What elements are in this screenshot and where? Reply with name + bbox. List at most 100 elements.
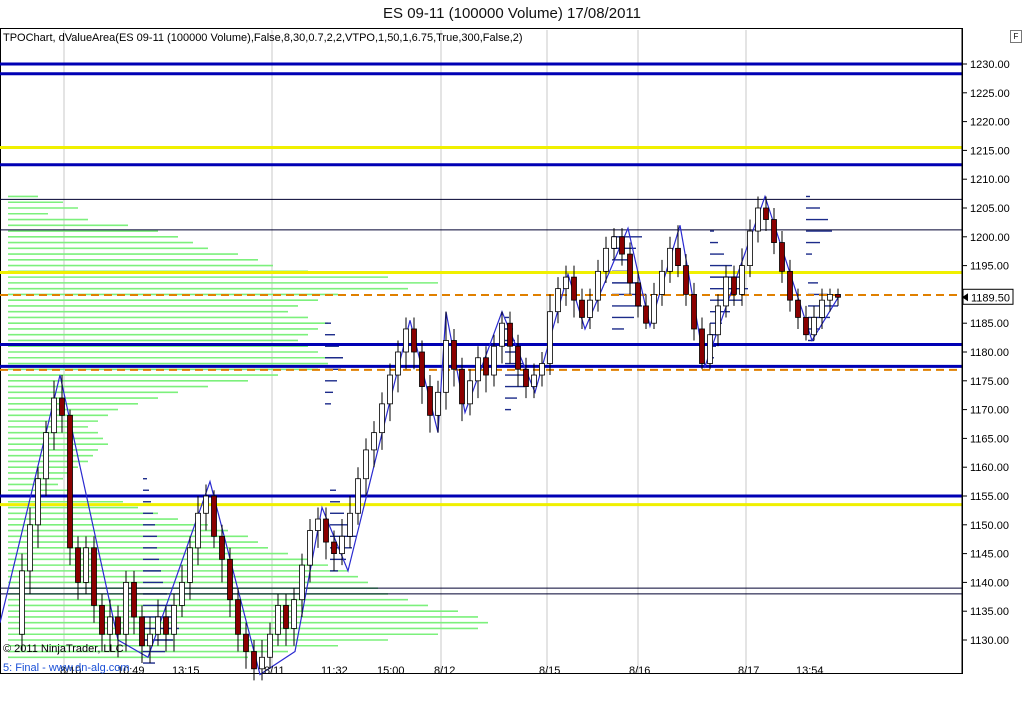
y-tick-label: 1170.00 xyxy=(970,405,1009,417)
candle-body xyxy=(387,374,393,405)
candle-body xyxy=(195,512,201,549)
candle-body xyxy=(779,242,785,272)
candle-body xyxy=(691,293,697,330)
last-price-label: 1189.50 xyxy=(971,292,1010,304)
x-tick-label: 8/16 xyxy=(629,665,650,677)
candle-body xyxy=(579,299,585,318)
footer-note: 5: Final - www.dn-alg.com xyxy=(3,662,130,674)
candle-body xyxy=(731,276,737,295)
candle-body xyxy=(747,230,753,266)
y-tick-label: 1175.00 xyxy=(970,376,1009,388)
x-tick-label: 8/11 xyxy=(264,665,285,677)
candle-body xyxy=(43,432,49,480)
y-tick-label: 1145.00 xyxy=(970,549,1009,561)
candle-body xyxy=(403,328,409,353)
candle-body xyxy=(227,558,233,601)
candle-body xyxy=(755,207,761,232)
candle-body xyxy=(507,322,513,347)
candle-body xyxy=(339,535,345,555)
f-toggle-button[interactable]: F xyxy=(1010,30,1022,43)
y-tick-label: 1185.00 xyxy=(970,318,1009,330)
y-tick-label: 1165.00 xyxy=(970,433,1009,445)
candle-body xyxy=(323,518,329,543)
y-tick-label: 1200.00 xyxy=(970,232,1010,244)
candle-body xyxy=(99,605,105,635)
y-tick-label: 1160.00 xyxy=(970,462,1009,474)
candle-body xyxy=(275,605,281,635)
candle xyxy=(67,409,73,566)
candle-body xyxy=(547,311,553,364)
candle-body xyxy=(787,270,793,301)
candle-body xyxy=(371,432,377,451)
x-tick-label: 13:15 xyxy=(172,665,200,677)
last-price-flag: 1189.50 xyxy=(962,288,1014,305)
candle-body xyxy=(611,236,617,249)
y-tick-label: 1135.00 xyxy=(970,606,1009,618)
candle-body xyxy=(131,582,137,618)
candle-body xyxy=(411,328,417,353)
candle-body xyxy=(835,293,841,298)
y-tick-label: 1180.00 xyxy=(970,347,1009,359)
y-tick-label: 1155.00 xyxy=(970,491,1009,503)
candle-body xyxy=(299,564,305,601)
x-tick-label: 8/12 xyxy=(434,665,455,677)
candle-body xyxy=(451,340,457,370)
candle-body xyxy=(115,616,121,635)
candle-body xyxy=(251,651,257,670)
y-tick-label: 1205.00 xyxy=(970,203,1010,215)
y-tick-label: 1220.00 xyxy=(970,117,1010,129)
candle-body xyxy=(331,541,337,555)
candle-body xyxy=(643,305,649,324)
candle-body xyxy=(803,317,809,336)
x-tick-label: 15:00 xyxy=(377,665,405,677)
y-tick-label: 1225.00 xyxy=(970,88,1010,100)
x-tick-label: 13:54 xyxy=(796,665,824,677)
candle-body xyxy=(123,582,129,635)
y-tick-label: 1215.00 xyxy=(970,145,1010,157)
candle-body xyxy=(211,495,217,537)
candle-body xyxy=(163,616,169,635)
candle-body xyxy=(739,265,745,295)
candle-body xyxy=(179,582,185,606)
candle-body xyxy=(715,305,721,336)
candle-body xyxy=(795,299,801,318)
candle-body xyxy=(563,276,569,290)
candle-body xyxy=(187,547,193,583)
candle-body xyxy=(307,530,313,566)
candle-body xyxy=(19,570,25,635)
candle-body xyxy=(75,547,81,583)
candle-body xyxy=(811,317,817,336)
candle-body xyxy=(203,495,209,514)
candle-body xyxy=(531,374,537,387)
x-tick-label: 11:32 xyxy=(321,665,348,677)
candle-body xyxy=(435,391,441,416)
candle-body xyxy=(819,299,825,318)
candle-body xyxy=(379,403,385,434)
candle-body xyxy=(635,282,641,307)
x-tick-label: 8/17 xyxy=(738,665,759,677)
candle-body xyxy=(587,299,593,318)
candle-body xyxy=(515,345,521,370)
price-chart[interactable]: 1230.00 1225.00 1220.00 1215.00 1210.00 1205.… xyxy=(0,0,1024,703)
candle-body xyxy=(499,322,505,347)
copyright-text: © 2011 NinjaTrader, LLC xyxy=(3,643,124,655)
candle-body xyxy=(363,449,369,480)
candle-body xyxy=(419,351,425,387)
candle-body xyxy=(395,351,401,376)
candle-body xyxy=(619,236,625,255)
candle-body xyxy=(491,345,497,376)
candle-body xyxy=(427,386,433,416)
candle-body xyxy=(147,633,153,647)
candle-body xyxy=(603,247,609,272)
candle-body xyxy=(475,357,481,382)
candle-body xyxy=(675,247,681,267)
candle-body xyxy=(699,328,705,364)
candle-body xyxy=(155,616,161,635)
candle-body xyxy=(51,397,57,434)
candle-body xyxy=(83,547,89,583)
candle-body xyxy=(219,535,225,560)
candle-body xyxy=(235,599,241,635)
candle-body xyxy=(291,599,297,629)
candle-body xyxy=(467,380,473,405)
candle-body xyxy=(67,414,73,549)
